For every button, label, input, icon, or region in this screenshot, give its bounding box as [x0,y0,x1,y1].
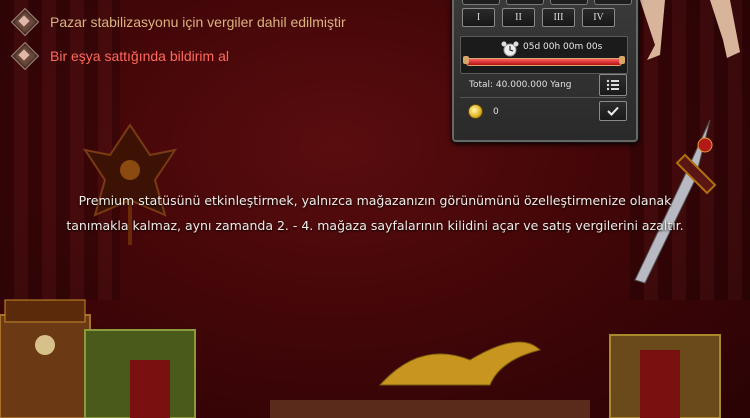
alarm-clock-icon [501,41,519,57]
feature-item-sale-notification: Bir eşya sattığında bildirim al [10,40,346,72]
panel-divider [460,97,626,98]
page-tab-2[interactable]: II [502,8,535,27]
total-row: Total: 40.000.000 Yang [460,74,627,96]
description-line-1: Premium statüsünü etkinleştirmek, yalnız… [78,193,672,208]
progress-cap-right [619,56,625,64]
feature-item-tax-stabilization: Pazar stabilizasyonu için vergiler dahil… [10,6,346,38]
shop-floor-items [0,299,721,418]
gold-coin-icon [468,104,483,119]
feature-label: Pazar stabilizasyonu için vergiler dahil… [50,14,346,30]
coin-value: 0 [493,107,499,117]
diamond-bullet-icon [10,41,40,71]
timer-box: 05d 00h 00m 00s [460,36,628,74]
top-button[interactable] [550,0,588,5]
page-tab-3[interactable]: III [542,8,575,27]
timer-countdown: 05d 00h 00m 00s [523,42,603,52]
diamond-bullet-icon [10,7,40,37]
top-button-strip [462,0,632,5]
coin-row: 0 [460,100,627,122]
checkmark-icon [607,106,619,116]
page-tabs: I II III IV [462,8,615,27]
feature-label: Bir eşya sattığında bildirim al [50,48,229,64]
top-button[interactable] [462,0,500,5]
list-button[interactable] [599,74,627,96]
shop-preview-panel: I II III IV 05d 00h 00m 00s Total: 40.00… [452,0,638,142]
progress-cap-left [463,56,469,64]
premium-description: Premium statüsünü etkinleştirmek, yalnız… [20,188,730,238]
confirm-button[interactable] [599,101,627,121]
list-icon [606,79,619,91]
feature-list: Pazar stabilizasyonu için vergiler dahil… [10,6,346,74]
top-button[interactable] [594,0,632,5]
page-tab-1[interactable]: I [462,8,495,27]
top-button[interactable] [506,0,544,5]
description-line-2: tanımakla kalmaz, aynı zamanda 2. - 4. m… [66,218,684,233]
page-tab-4[interactable]: IV [582,8,615,27]
timer-progress-bar [466,58,622,66]
total-amount: Total: 40.000.000 Yang [469,80,572,90]
